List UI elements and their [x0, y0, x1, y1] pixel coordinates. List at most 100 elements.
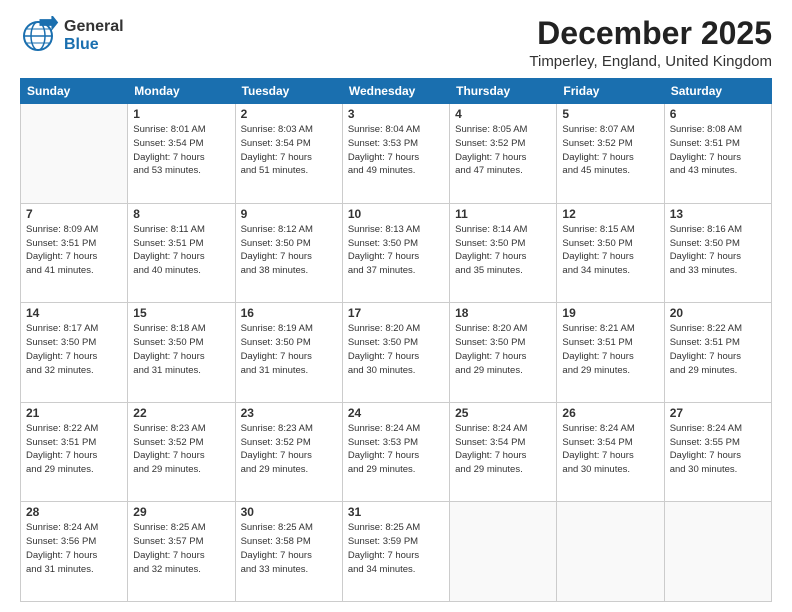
day-number: 19: [562, 306, 658, 320]
day-info: Sunrise: 8:09 AMSunset: 3:51 PMDaylight:…: [26, 223, 122, 278]
day-info: Sunrise: 8:05 AMSunset: 3:52 PMDaylight:…: [455, 123, 551, 178]
day-number: 29: [133, 505, 229, 519]
day-cell: 9 Sunrise: 8:12 AMSunset: 3:50 PMDaylight…: [235, 203, 342, 303]
day-info: Sunrise: 8:24 AMSunset: 3:56 PMDaylight:…: [26, 521, 122, 576]
day-number: 2: [241, 107, 337, 121]
day-cell: 18Sunrise: 8:20 AMSunset: 3:50 PMDayligh…: [450, 303, 557, 403]
day-info: Sunrise: 8:16 AMSunset: 3:50 PMDaylight:…: [670, 223, 766, 278]
header-monday: Monday: [128, 79, 235, 104]
day-number: 14: [26, 306, 122, 320]
header: General Blue December 2025 Timperley, En…: [20, 16, 772, 70]
day-number: 31: [348, 505, 444, 519]
day-info: Sunrise: 8:25 AMSunset: 3:57 PMDaylight:…: [133, 521, 229, 576]
day-info: Sunrise: 8:24 AMSunset: 3:53 PMDaylight:…: [348, 422, 444, 477]
day-info: Sunrise: 8:01 AMSunset: 3:54 PMDaylight:…: [133, 123, 229, 178]
day-cell: 13Sunrise: 8:16 AMSunset: 3:50 PMDayligh…: [664, 203, 771, 303]
day-info: Sunrise: 8:03 AMSunset: 3:54 PMDaylight:…: [241, 123, 337, 178]
day-number: 20: [670, 306, 766, 320]
day-number: 7: [26, 207, 122, 221]
day-info: Sunrise: 8:15 AMSunset: 3:50 PMDaylight:…: [562, 223, 658, 278]
day-cell: 14 Sunrise: 8:17 AMSunset: 3:50 PMDayligh…: [21, 303, 128, 403]
day-cell: 21 Sunrise: 8:22 AMSunset: 3:51 PMDayligh…: [21, 402, 128, 502]
day-info: Sunrise: 8:23 AMSunset: 3:52 PMDaylight:…: [133, 422, 229, 477]
logo-general-text: General: [64, 18, 124, 36]
day-info: Sunrise: 8:14 AMSunset: 3:50 PMDaylight:…: [455, 223, 551, 278]
day-cell: [21, 104, 128, 204]
day-number: 15: [133, 306, 229, 320]
day-number: 12: [562, 207, 658, 221]
day-number: 26: [562, 406, 658, 420]
day-number: 27: [670, 406, 766, 420]
day-number: 23: [241, 406, 337, 420]
day-info: Sunrise: 8:22 AMSunset: 3:51 PMDaylight:…: [26, 422, 122, 477]
day-info: Sunrise: 8:24 AMSunset: 3:55 PMDaylight:…: [670, 422, 766, 477]
day-cell: 17Sunrise: 8:20 AMSunset: 3:50 PMDayligh…: [342, 303, 449, 403]
day-info: Sunrise: 8:20 AMSunset: 3:50 PMDaylight:…: [348, 322, 444, 377]
day-cell: [450, 502, 557, 602]
header-wednesday: Wednesday: [342, 79, 449, 104]
week-row-3: 21 Sunrise: 8:22 AMSunset: 3:51 PMDayligh…: [21, 402, 772, 502]
location-subtitle: Timperley, England, United Kingdom: [529, 53, 772, 70]
day-info: Sunrise: 8:13 AMSunset: 3:50 PMDaylight:…: [348, 223, 444, 278]
day-number: 16: [241, 306, 337, 320]
day-cell: 12 Sunrise: 8:15 AMSunset: 3:50 PMDayligh…: [557, 203, 664, 303]
week-row-1: 7 Sunrise: 8:09 AMSunset: 3:51 PMDaylight…: [21, 203, 772, 303]
calendar-table: Sunday Monday Tuesday Wednesday Thursday…: [20, 78, 772, 602]
week-row-0: 1Sunrise: 8:01 AMSunset: 3:54 PMDaylight…: [21, 104, 772, 204]
day-number: 6: [670, 107, 766, 121]
day-cell: 26 Sunrise: 8:24 AMSunset: 3:54 PMDayligh…: [557, 402, 664, 502]
title-block: December 2025 Timperley, England, United…: [529, 16, 772, 70]
day-info: Sunrise: 8:12 AMSunset: 3:50 PMDaylight:…: [241, 223, 337, 278]
weekday-header-row: Sunday Monday Tuesday Wednesday Thursday…: [21, 79, 772, 104]
day-number: 28: [26, 505, 122, 519]
day-cell: 6 Sunrise: 8:08 AMSunset: 3:51 PMDaylight…: [664, 104, 771, 204]
day-number: 24: [348, 406, 444, 420]
day-cell: 22Sunrise: 8:23 AMSunset: 3:52 PMDayligh…: [128, 402, 235, 502]
day-cell: 30 Sunrise: 8:25 AMSunset: 3:58 PMDayligh…: [235, 502, 342, 602]
day-cell: 1Sunrise: 8:01 AMSunset: 3:54 PMDaylight…: [128, 104, 235, 204]
day-number: 8: [133, 207, 229, 221]
day-cell: 31Sunrise: 8:25 AMSunset: 3:59 PMDayligh…: [342, 502, 449, 602]
day-info: Sunrise: 8:08 AMSunset: 3:51 PMDaylight:…: [670, 123, 766, 178]
day-number: 5: [562, 107, 658, 121]
day-info: Sunrise: 8:17 AMSunset: 3:50 PMDaylight:…: [26, 322, 122, 377]
day-cell: 24 Sunrise: 8:24 AMSunset: 3:53 PMDayligh…: [342, 402, 449, 502]
day-info: Sunrise: 8:25 AMSunset: 3:58 PMDaylight:…: [241, 521, 337, 576]
logo-icon: [20, 16, 64, 56]
day-cell: 28 Sunrise: 8:24 AMSunset: 3:56 PMDayligh…: [21, 502, 128, 602]
day-cell: 4Sunrise: 8:05 AMSunset: 3:52 PMDaylight…: [450, 104, 557, 204]
day-info: Sunrise: 8:23 AMSunset: 3:52 PMDaylight:…: [241, 422, 337, 477]
day-info: Sunrise: 8:22 AMSunset: 3:51 PMDaylight:…: [670, 322, 766, 377]
header-friday: Friday: [557, 79, 664, 104]
day-number: 9: [241, 207, 337, 221]
day-cell: 3Sunrise: 8:04 AMSunset: 3:53 PMDaylight…: [342, 104, 449, 204]
day-cell: 25 Sunrise: 8:24 AMSunset: 3:54 PMDayligh…: [450, 402, 557, 502]
day-number: 21: [26, 406, 122, 420]
day-number: 11: [455, 207, 551, 221]
month-title: December 2025: [529, 16, 772, 51]
header-tuesday: Tuesday: [235, 79, 342, 104]
day-cell: 10 Sunrise: 8:13 AMSunset: 3:50 PMDayligh…: [342, 203, 449, 303]
logo-words: General Blue: [64, 18, 124, 53]
day-cell: 16 Sunrise: 8:19 AMSunset: 3:50 PMDayligh…: [235, 303, 342, 403]
header-thursday: Thursday: [450, 79, 557, 104]
header-sunday: Sunday: [21, 79, 128, 104]
day-info: Sunrise: 8:19 AMSunset: 3:50 PMDaylight:…: [241, 322, 337, 377]
week-row-4: 28 Sunrise: 8:24 AMSunset: 3:56 PMDayligh…: [21, 502, 772, 602]
day-info: Sunrise: 8:24 AMSunset: 3:54 PMDaylight:…: [562, 422, 658, 477]
day-cell: 7 Sunrise: 8:09 AMSunset: 3:51 PMDaylight…: [21, 203, 128, 303]
day-number: 30: [241, 505, 337, 519]
day-info: Sunrise: 8:24 AMSunset: 3:54 PMDaylight:…: [455, 422, 551, 477]
day-number: 10: [348, 207, 444, 221]
day-cell: 5Sunrise: 8:07 AMSunset: 3:52 PMDaylight…: [557, 104, 664, 204]
day-cell: 19Sunrise: 8:21 AMSunset: 3:51 PMDayligh…: [557, 303, 664, 403]
day-cell: 27 Sunrise: 8:24 AMSunset: 3:55 PMDayligh…: [664, 402, 771, 502]
day-cell: 20 Sunrise: 8:22 AMSunset: 3:51 PMDayligh…: [664, 303, 771, 403]
day-info: Sunrise: 8:11 AMSunset: 3:51 PMDaylight:…: [133, 223, 229, 278]
day-cell: 29 Sunrise: 8:25 AMSunset: 3:57 PMDayligh…: [128, 502, 235, 602]
week-row-2: 14 Sunrise: 8:17 AMSunset: 3:50 PMDayligh…: [21, 303, 772, 403]
day-cell: 11 Sunrise: 8:14 AMSunset: 3:50 PMDayligh…: [450, 203, 557, 303]
day-cell: [557, 502, 664, 602]
day-info: Sunrise: 8:04 AMSunset: 3:53 PMDaylight:…: [348, 123, 444, 178]
day-number: 25: [455, 406, 551, 420]
